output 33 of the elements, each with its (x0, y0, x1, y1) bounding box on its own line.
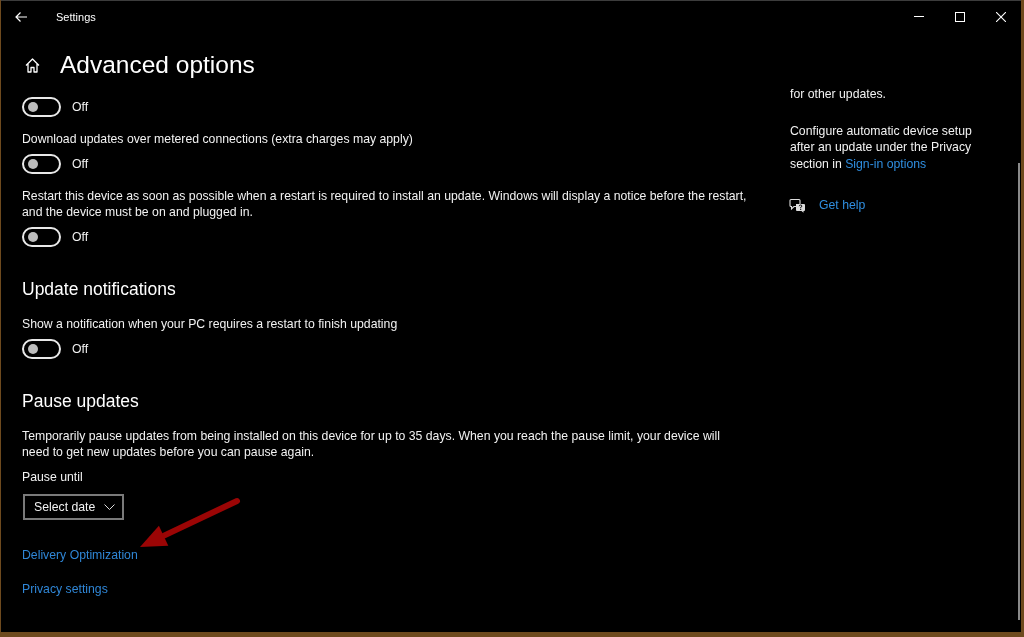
back-arrow-icon (15, 11, 27, 22)
section-heading: Pause updates (22, 390, 140, 413)
toggle-state-label: Off (72, 156, 89, 172)
help-link[interactable]: Get help (790, 197, 995, 214)
minimize-icon (913, 16, 924, 17)
setting-label: Restart this device as soon as possible when a restart is required to install an update. Windows will display a notice before the restart, and the device must be on and plugged in. (22, 188, 748, 220)
toggle-state-label: Off (72, 341, 89, 357)
toggle-switch[interactable] (22, 339, 61, 359)
help-icon (789, 197, 806, 213)
toggle-state-label: Off (72, 99, 89, 115)
field-label: Pause until (22, 469, 84, 485)
settings-link[interactable]: Delivery Optimization (22, 548, 138, 562)
settings-link[interactable]: Privacy settings (22, 582, 108, 596)
maximize-icon (954, 11, 965, 22)
section-heading: Update notifications (22, 278, 177, 301)
toggle-switch[interactable] (22, 97, 61, 117)
toggle-switch[interactable] (22, 154, 61, 174)
toggle-state-label: Off (72, 229, 89, 245)
setting-label: Download updates over metered connections (extra charges may apply) (22, 131, 414, 147)
signin-link[interactable]: Sign-in options (845, 156, 927, 171)
caret-icon (104, 504, 116, 510)
scroll-thumb[interactable] (1018, 163, 1020, 620)
close-icon (995, 11, 1006, 22)
info-text: for other updates. (790, 86, 888, 103)
setting-label: Show a notification when your PC requires a restart to finish updating (22, 316, 399, 332)
house-icon (25, 57, 40, 73)
page-title: Advanced options (60, 50, 255, 80)
toggle-switch[interactable] (22, 227, 61, 247)
description-text: Temporarily pause updates from being installed on this device for up to 35 days. When you reach the pause limit, your device will need to get new updates before you can pause again. (22, 428, 721, 460)
date-dropdown[interactable]: Select date (23, 494, 125, 520)
info-text: Configure automatic device setup after an update under the Privacy section in Sign-in options (790, 122, 973, 172)
window-title: Settings (56, 10, 96, 23)
home-button[interactable] (24, 56, 41, 74)
